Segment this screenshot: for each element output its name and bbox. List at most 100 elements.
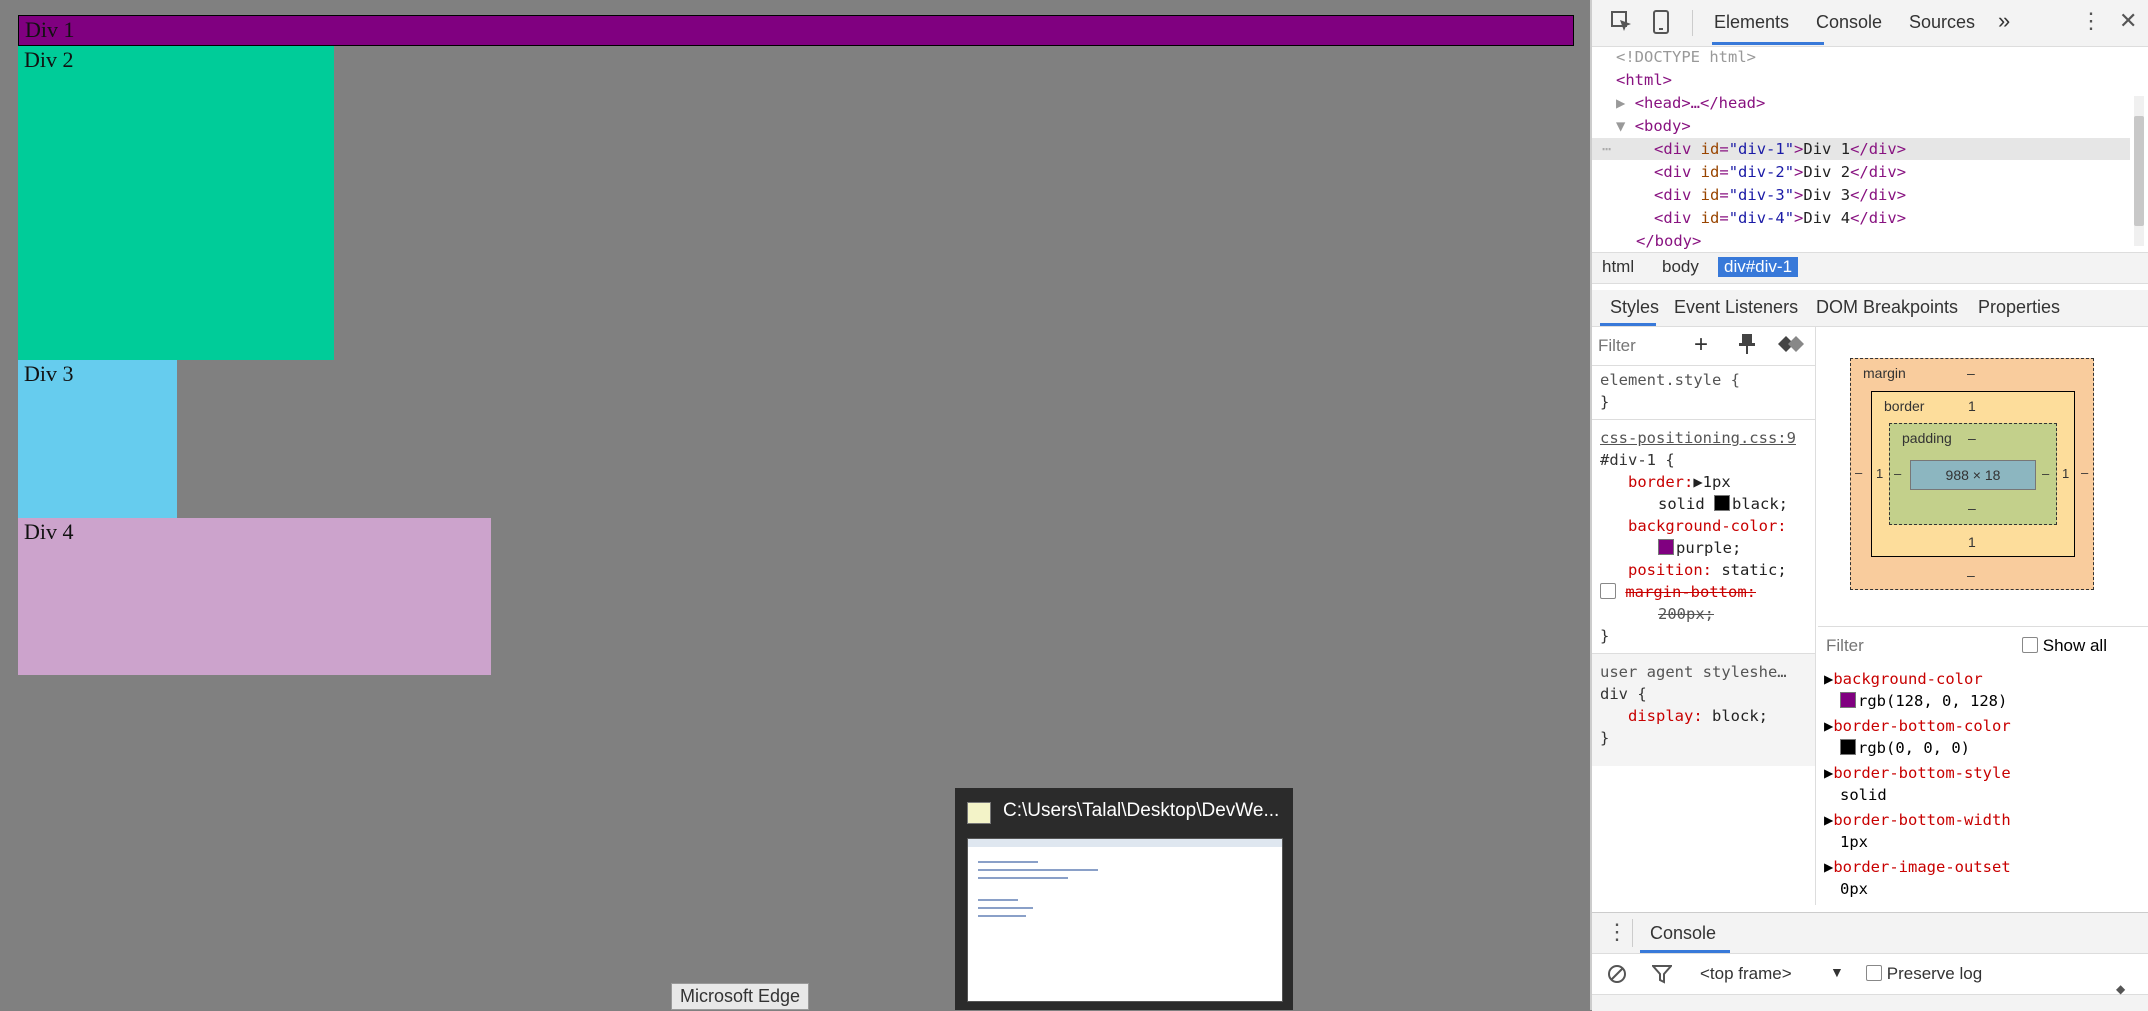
margin-bottom-value[interactable]: – — [1967, 567, 1975, 583]
div-3-box[interactable]: Div 3 — [18, 360, 177, 518]
div-1-node[interactable]: ⋯ <div id="div-1">Div 1</div> — [1592, 138, 2130, 160]
div-4-box[interactable]: Div 4 — [18, 518, 491, 675]
margin-bottom-checkbox[interactable] — [1600, 583, 1616, 599]
div-3-node[interactable]: <div id="div-3">Div 3</div> — [1654, 184, 1906, 206]
doctype-node[interactable]: <!DOCTYPE html> — [1616, 46, 1756, 68]
div-3-id: div-3 — [1738, 186, 1785, 204]
body-close-node[interactable]: </body> — [1636, 230, 1701, 252]
background-color-value: purple; — [1658, 539, 1741, 557]
pin-icon[interactable] — [1738, 333, 1756, 360]
div-1-rule-close: } — [1600, 627, 1610, 645]
div-4-node[interactable]: <div id="div-4">Div 4</div> — [1654, 207, 1906, 229]
margin-bottom-value: 200px; — [1658, 605, 1714, 623]
ua-div-selector: div { — [1600, 685, 1647, 703]
margin-left-value[interactable]: – — [1855, 465, 1862, 480]
expand-arrow-icon[interactable]: ▶ — [1616, 94, 1625, 112]
border-top-value[interactable]: 1 — [1968, 398, 1976, 414]
head-node[interactable]: ▶ <head>…</head> — [1616, 92, 1765, 114]
styles-filter-input[interactable] — [1596, 335, 1690, 357]
position-declaration[interactable]: position: static; — [1628, 561, 1787, 579]
div-4-id: div-4 — [1738, 209, 1785, 227]
more-tabs-icon[interactable]: » — [1998, 8, 2010, 34]
background-color-declaration[interactable]: background-color: — [1628, 517, 1787, 535]
scroll-icon[interactable]: ◆ — [2116, 982, 2125, 996]
sidebar-tabs: Styles Event Listeners DOM Breakpoints P… — [1592, 290, 2148, 327]
show-all-checkbox[interactable]: Show all — [2022, 636, 2107, 656]
body-node[interactable]: ▼ <body> — [1616, 115, 1691, 137]
tab-console[interactable]: Console — [1816, 12, 1882, 33]
breadcrumb-body[interactable]: body — [1656, 257, 1705, 277]
frame-select-chevron-icon[interactable]: ▼ — [1830, 964, 1844, 980]
margin-label: margin — [1863, 365, 1906, 381]
collapse-arrow-icon[interactable]: ▼ — [1616, 117, 1625, 135]
computed-prop[interactable]: ▶border-bottom-color — [1824, 717, 2011, 735]
black-swatch[interactable] — [1714, 495, 1731, 511]
border-left-value[interactable]: 1 — [1876, 466, 1883, 481]
div-4-text: Div 4 — [1803, 209, 1851, 227]
preserve-log-label: Preserve log — [1886, 964, 1983, 983]
computed-value: 0px — [1840, 880, 1868, 898]
tab-sources[interactable]: Sources — [1909, 12, 1975, 33]
breadcrumb-html[interactable]: html — [1596, 257, 1640, 277]
purple-swatch[interactable] — [1658, 539, 1674, 555]
div-2-label: Div 2 — [24, 47, 74, 72]
style-source-link[interactable]: css-positioning.css:9 — [1600, 429, 1810, 447]
computed-prop[interactable]: ▶border-bottom-width — [1824, 811, 2011, 829]
filter-icon[interactable] — [1650, 964, 1674, 989]
drawer-menu-icon[interactable]: ⋮ — [1606, 919, 1628, 945]
div-1-box[interactable]: Div 1 — [18, 15, 1574, 46]
tab-event-listeners[interactable]: Event Listeners — [1674, 297, 1798, 318]
close-icon[interactable]: ✕ — [2119, 8, 2137, 34]
div-1-selector[interactable]: #div-1 { — [1600, 451, 1675, 469]
div-3-label: Div 3 — [24, 361, 74, 386]
clear-console-icon[interactable] — [1606, 963, 1628, 990]
element-state-icon[interactable] — [1776, 334, 1804, 359]
tab-elements[interactable]: Elements — [1714, 12, 1789, 33]
preserve-log-checkbox[interactable]: Preserve log — [1866, 964, 1982, 984]
padding-left-value[interactable]: – — [1894, 466, 1901, 481]
border-declaration[interactable]: border:▶1px — [1628, 473, 1731, 491]
div-2-id: div-2 — [1738, 163, 1785, 181]
padding-right-value[interactable]: – — [2042, 466, 2049, 481]
tab-properties[interactable]: Properties — [1978, 297, 2060, 318]
new-style-rule-icon[interactable]: + — [1694, 331, 1708, 359]
styles-filter-bar: + — [1592, 327, 1815, 366]
border-label: border — [1884, 398, 1925, 414]
tab-styles[interactable]: Styles — [1610, 297, 1659, 318]
computed-prop[interactable]: ▶background-color — [1824, 670, 1983, 688]
computed-prop[interactable]: ▶border-image-outset — [1824, 858, 2011, 876]
tab-dom-breakpoints[interactable]: DOM Breakpoints — [1816, 297, 1958, 318]
margin-top-value[interactable]: – — [1967, 365, 1975, 381]
page-viewport: Div 1 Div 2 Div 3 Div 4 Microsoft Edge C… — [0, 0, 1590, 1010]
computed-value: 1px — [1840, 833, 1868, 851]
html-node[interactable]: <html> — [1616, 69, 1672, 91]
padding-top-value[interactable]: – — [1968, 430, 1976, 446]
border-declaration-cont: solid black; — [1658, 495, 1789, 513]
black-swatch — [1840, 739, 1856, 755]
inspect-element-icon[interactable] — [1610, 10, 1634, 40]
border-bottom-value[interactable]: 1 — [1968, 534, 1976, 550]
frame-select[interactable]: <top frame> — [1700, 964, 1792, 984]
box-model-border: border 1 1 1 1 padding – – – – 988 × 18 — [1871, 391, 2075, 557]
div-2-node[interactable]: <div id="div-2">Div 2</div> — [1654, 161, 1906, 183]
breadcrumb-div-1[interactable]: div#div-1 — [1718, 257, 1799, 277]
notepad-icon — [967, 802, 991, 824]
elements-scrollbar[interactable] — [2134, 96, 2144, 246]
border-right-value[interactable]: 1 — [2062, 466, 2069, 481]
div-2-box[interactable]: Div 2 — [18, 46, 334, 360]
styles-pane: + element.style { } css-positioning.css:… — [1592, 327, 1816, 905]
purple-swatch — [1840, 692, 1856, 708]
tab-drawer-console[interactable]: Console — [1650, 923, 1716, 944]
computed-filter-input[interactable] — [1824, 635, 1978, 657]
device-toolbar-icon[interactable] — [1652, 10, 1670, 40]
element-style-selector[interactable]: element.style { — [1600, 371, 1740, 389]
edge-tooltip: Microsoft Edge — [671, 983, 810, 1010]
padding-bottom-value[interactable]: – — [1968, 500, 1976, 516]
margin-right-value[interactable]: – — [2081, 465, 2088, 480]
margin-bottom-declaration[interactable]: margin-bottom: — [1600, 583, 1756, 601]
kebab-menu-icon[interactable]: ⋮ — [2080, 8, 2102, 34]
taskbar-preview-thumbnail[interactable] — [967, 838, 1283, 1002]
box-model-content[interactable]: 988 × 18 — [1910, 460, 2036, 490]
computed-prop[interactable]: ▶border-bottom-style — [1824, 764, 2011, 782]
taskbar-preview[interactable]: C:\Users\Talal\Desktop\DevWe... — [955, 788, 1293, 1010]
